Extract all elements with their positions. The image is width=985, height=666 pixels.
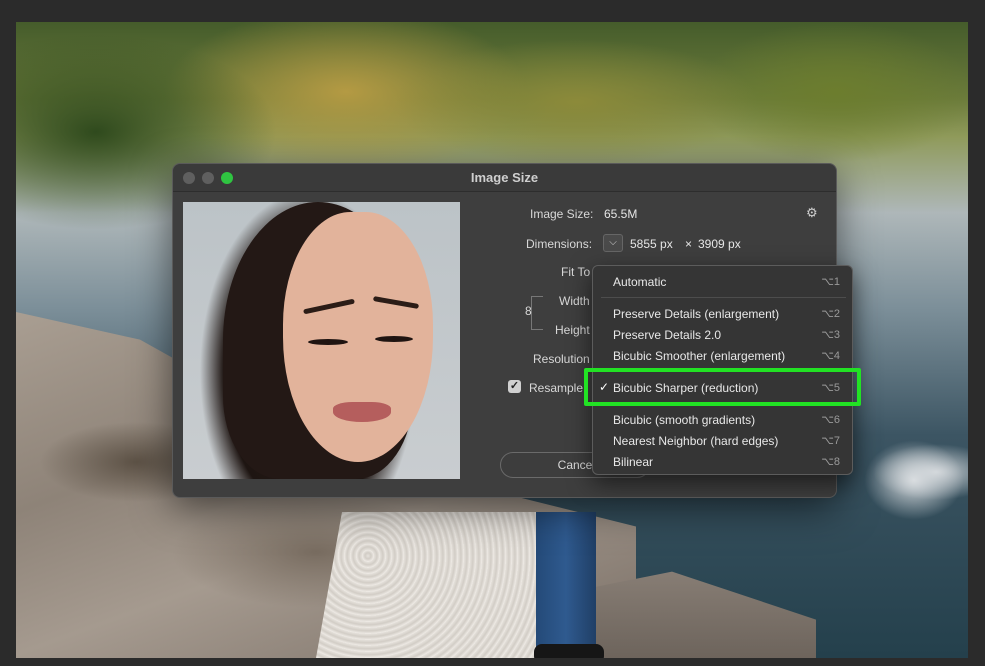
preview-lips bbox=[333, 402, 391, 422]
canvas-background: Image Size Image Size: 65.5M ⚙ Dimension… bbox=[0, 0, 985, 666]
dimensions-label: Dimensions: bbox=[526, 237, 593, 251]
image-size-label: Image Size: bbox=[530, 207, 594, 221]
dialog-titlebar[interactable]: Image Size bbox=[173, 164, 836, 192]
dimensions-times: × bbox=[685, 237, 693, 251]
menu-item-shortcut: ⌥2 bbox=[821, 308, 840, 320]
height-label: Height bbox=[555, 323, 590, 337]
menu-separator bbox=[601, 297, 846, 298]
menu-item-bicubic[interactable]: Bicubic (smooth gradients) ⌥6 bbox=[593, 410, 852, 430]
dimensions-height-value: 3909 px bbox=[698, 237, 741, 251]
resolution-label: Resolution bbox=[533, 352, 590, 366]
menu-item-label: Automatic bbox=[613, 275, 667, 289]
resample-label: Resample bbox=[529, 381, 584, 395]
menu-item-shortcut: ⌥1 bbox=[821, 276, 840, 288]
menu-item-automatic[interactable]: Automatic ⌥1 bbox=[593, 272, 852, 292]
menu-item-label: Bicubic (smooth gradients) bbox=[613, 413, 756, 427]
menu-item-preserve-details-2[interactable]: Preserve Details 2.0 ⌥3 bbox=[593, 325, 852, 345]
menu-item-nearest-neighbor[interactable]: Nearest Neighbor (hard edges) ⌥7 bbox=[593, 431, 852, 451]
menu-item-label: Bilinear bbox=[613, 455, 654, 469]
menu-item-label: Nearest Neighbor (hard edges) bbox=[613, 434, 779, 448]
menu-item-preserve-details[interactable]: Preserve Details (enlargement) ⌥2 bbox=[593, 304, 852, 324]
link-icon[interactable]: 8 bbox=[525, 304, 537, 322]
image-size-value: 65.5M bbox=[604, 207, 638, 221]
menu-item-shortcut: ⌥4 bbox=[821, 350, 840, 362]
cloud-reflection bbox=[864, 440, 964, 520]
shoes bbox=[534, 644, 604, 658]
menu-item-bilinear[interactable]: Bilinear ⌥8 bbox=[593, 452, 852, 472]
menu-item-bicubic-smoother[interactable]: Bicubic Smoother (enlargement) ⌥4 bbox=[593, 346, 852, 366]
dimensions-dropdown-icon[interactable]: ⌵ bbox=[603, 234, 623, 252]
selection-highlight-box bbox=[584, 368, 861, 406]
preview-eye-right bbox=[375, 336, 413, 342]
menu-item-label: Preserve Details (enlargement) bbox=[613, 307, 780, 321]
dimensions-width-value: 5855 px bbox=[630, 237, 673, 251]
gear-icon[interactable]: ⚙ bbox=[806, 205, 818, 221]
menu-item-shortcut: ⌥8 bbox=[821, 456, 840, 468]
menu-item-shortcut: ⌥7 bbox=[821, 435, 840, 447]
preview-eye-left bbox=[308, 339, 348, 345]
menu-item-label: Bicubic Smoother (enlargement) bbox=[613, 349, 786, 363]
menu-item-shortcut: ⌥3 bbox=[821, 329, 840, 341]
jeans-legs bbox=[536, 512, 596, 652]
dialog-title: Image Size bbox=[470, 170, 539, 185]
menu-item-shortcut: ⌥6 bbox=[821, 414, 840, 426]
resample-checkbox[interactable]: ✓ bbox=[508, 380, 521, 393]
menu-item-label: Preserve Details 2.0 bbox=[613, 328, 722, 342]
image-preview[interactable] bbox=[183, 202, 460, 479]
width-label: Width bbox=[559, 294, 590, 308]
fit-to-label: Fit To bbox=[561, 265, 591, 279]
